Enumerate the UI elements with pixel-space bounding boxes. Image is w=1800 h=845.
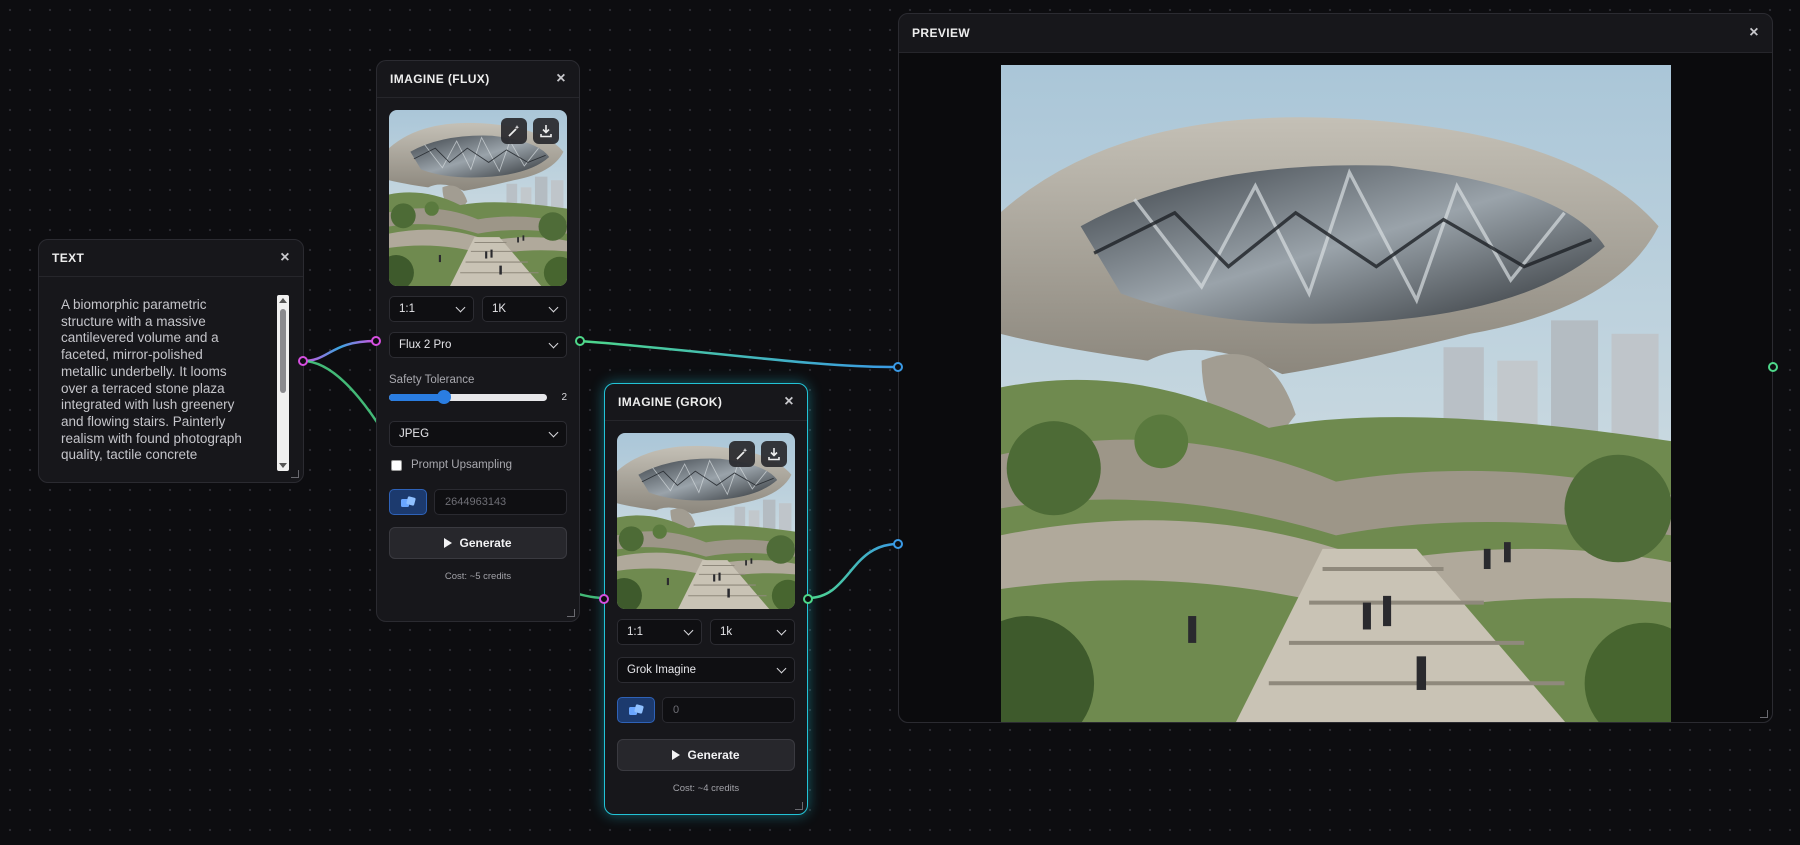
aspect-ratio-value: 1:1 (399, 303, 415, 315)
safety-tolerance-value: 2 (561, 392, 567, 403)
text-node-body: A biomorphic parametric structure with a… (39, 277, 303, 475)
resize-handle[interactable] (1760, 710, 1768, 718)
resize-handle[interactable] (567, 609, 575, 617)
chevron-down-icon (548, 338, 559, 348)
wire-grok-to-preview (807, 542, 899, 600)
dice-icon (401, 495, 416, 507)
generate-label: Generate (687, 748, 740, 762)
magic-wand-icon[interactable] (729, 441, 755, 467)
flux-prompt-input-port[interactable] (371, 336, 381, 346)
flux-node[interactable]: IMAGINE (FLUX) × 1:1 1K Flux 2 Pro Safet… (376, 60, 580, 622)
cost-label: Cost: ~4 credits (672, 783, 740, 794)
magic-wand-icon[interactable] (501, 118, 527, 144)
wire-flux-to-preview (579, 339, 899, 369)
chevron-down-icon (776, 625, 787, 635)
preview-image (1001, 65, 1671, 722)
resize-handle[interactable] (795, 802, 803, 810)
scrollbar-thumb[interactable] (280, 309, 286, 393)
scroll-down-arrow-icon[interactable] (279, 463, 287, 468)
text-node-title: TEXT (52, 251, 85, 265)
grok-node[interactable]: IMAGINE (GROK) × 1:1 1k Grok Imagine 0 G… (604, 383, 808, 815)
flux-node-header[interactable]: IMAGINE (FLUX) × (377, 61, 579, 98)
text-output-port[interactable] (298, 356, 308, 366)
prompt-scrollbar[interactable] (277, 295, 289, 471)
generate-button[interactable]: Generate (617, 739, 795, 771)
flux-node-title: IMAGINE (FLUX) (390, 72, 490, 86)
resize-handle[interactable] (291, 470, 299, 478)
aspect-ratio-select[interactable]: 1:1 (617, 619, 702, 645)
prompt-upsampling-checkbox[interactable] (391, 459, 402, 471)
preview-input-port-2[interactable] (893, 539, 903, 549)
generate-label: Generate (459, 536, 512, 550)
cost-label: Cost: ~5 credits (444, 571, 512, 582)
prompt-upsampling-option[interactable]: Prompt Upsampling (391, 459, 567, 471)
scroll-up-arrow-icon[interactable] (279, 298, 287, 303)
grok-node-title: IMAGINE (GROK) (618, 395, 723, 409)
model-value: Grok Imagine (627, 664, 697, 676)
preview-node-header[interactable]: PREVIEW × (899, 14, 1772, 53)
download-icon[interactable] (533, 118, 559, 144)
model-select[interactable]: Flux 2 Pro (389, 332, 567, 358)
model-select[interactable]: Grok Imagine (617, 657, 795, 683)
prompt-textarea[interactable]: A biomorphic parametric structure with a… (51, 291, 261, 461)
slider-knob[interactable] (437, 390, 452, 404)
chevron-down-icon (548, 302, 559, 312)
grok-node-header[interactable]: IMAGINE (GROK) × (605, 384, 807, 421)
slider-track[interactable] (389, 390, 547, 404)
format-select[interactable]: JPEG (389, 421, 567, 447)
seed-input[interactable]: 2644963143 (434, 489, 567, 515)
download-icon[interactable] (761, 441, 787, 467)
slider-fill (389, 394, 445, 401)
resolution-value: 1K (492, 303, 507, 315)
resolution-select[interactable]: 1K (482, 296, 567, 322)
chevron-down-icon (455, 302, 466, 312)
format-value: JPEG (399, 428, 430, 440)
aspect-ratio-select[interactable]: 1:1 (389, 296, 474, 322)
resolution-select[interactable]: 1k (710, 619, 795, 645)
chevron-down-icon (548, 427, 559, 437)
text-node[interactable]: TEXT × A biomorphic parametric structure… (38, 239, 304, 483)
grok-prompt-input-port[interactable] (599, 594, 609, 604)
chevron-down-icon (776, 663, 787, 673)
close-icon[interactable]: × (1749, 25, 1759, 41)
text-node-header[interactable]: TEXT × (39, 240, 303, 277)
model-value: Flux 2 Pro (399, 339, 452, 351)
grok-output-thumbnail[interactable] (617, 433, 795, 609)
safety-tolerance-label: Safety Tolerance (389, 374, 475, 386)
close-icon[interactable]: × (784, 394, 794, 410)
wire-text-to-flux (302, 339, 377, 363)
preview-node-title: PREVIEW (912, 26, 971, 40)
grok-image-output-port[interactable] (803, 594, 813, 604)
chevron-down-icon (683, 625, 694, 635)
preview-output-port[interactable] (1768, 362, 1778, 372)
preview-node[interactable]: PREVIEW × ‹› (898, 13, 1773, 723)
randomize-seed-button[interactable] (389, 489, 427, 515)
safety-tolerance-slider[interactable]: 2 (389, 390, 567, 404)
close-icon[interactable]: × (556, 71, 566, 87)
generate-button[interactable]: Generate (389, 527, 567, 559)
flux-output-thumbnail[interactable] (389, 110, 567, 286)
prompt-upsampling-label: Prompt Upsampling (411, 459, 512, 471)
play-icon (672, 750, 681, 760)
play-icon (444, 538, 453, 548)
close-icon[interactable]: × (280, 250, 290, 266)
resolution-value: 1k (720, 626, 733, 638)
aspect-ratio-value: 1:1 (627, 626, 643, 638)
preview-input-port-1[interactable] (893, 362, 903, 372)
seed-input[interactable]: 0 (662, 697, 795, 723)
dice-icon (629, 703, 644, 715)
flux-image-output-port[interactable] (575, 336, 585, 346)
preview-canvas[interactable]: ‹› (899, 53, 1772, 722)
randomize-seed-button[interactable] (617, 697, 655, 723)
